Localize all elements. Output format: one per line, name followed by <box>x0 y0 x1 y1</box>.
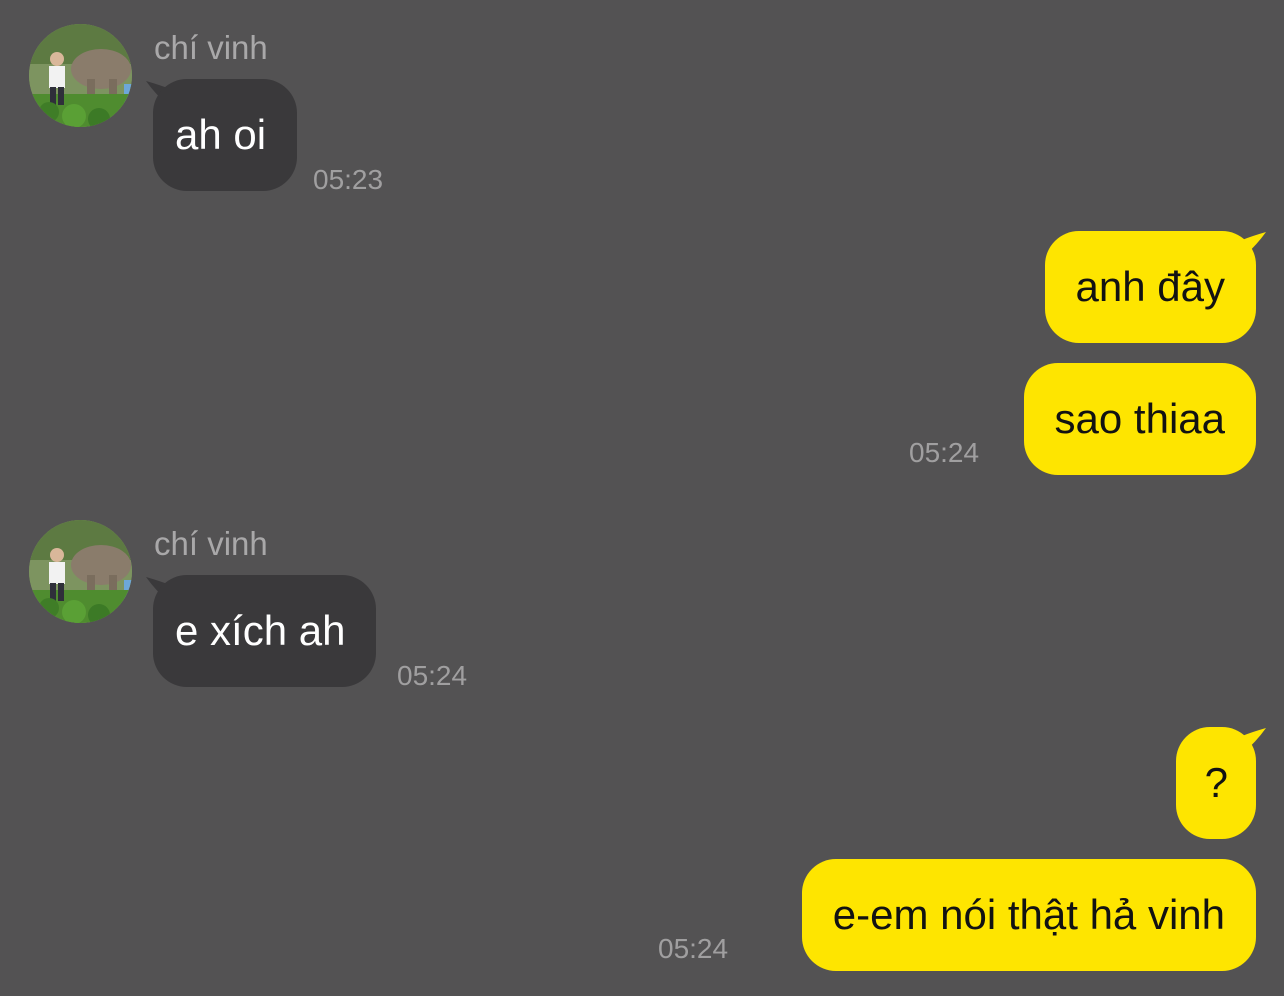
sender-avatar[interactable] <box>29 24 132 127</box>
incoming-message-bubble[interactable]: ah oi <box>153 79 298 191</box>
outgoing-message-bubble[interactable]: ? <box>1175 727 1256 839</box>
message-timestamp: 05:24 <box>909 437 980 468</box>
sender-avatar[interactable] <box>29 520 132 623</box>
outgoing-message-bubble[interactable]: e-em nói thật hả vinh <box>801 859 1256 971</box>
message-timestamp: 05:23 <box>313 164 384 195</box>
sender-name: chí vinh <box>154 29 268 66</box>
user-avatar-icon <box>29 520 132 623</box>
outgoing-message-bubble[interactable]: anh đây <box>1044 231 1256 343</box>
message-timestamp: 05:24 <box>397 660 468 691</box>
sender-name: chí vinh <box>154 525 268 562</box>
message-timestamp: 05:24 <box>658 933 729 964</box>
incoming-message-bubble[interactable]: e xích ah <box>153 575 377 687</box>
outgoing-message-bubble[interactable]: sao thiaa <box>1023 363 1256 475</box>
user-avatar-icon <box>29 24 132 127</box>
